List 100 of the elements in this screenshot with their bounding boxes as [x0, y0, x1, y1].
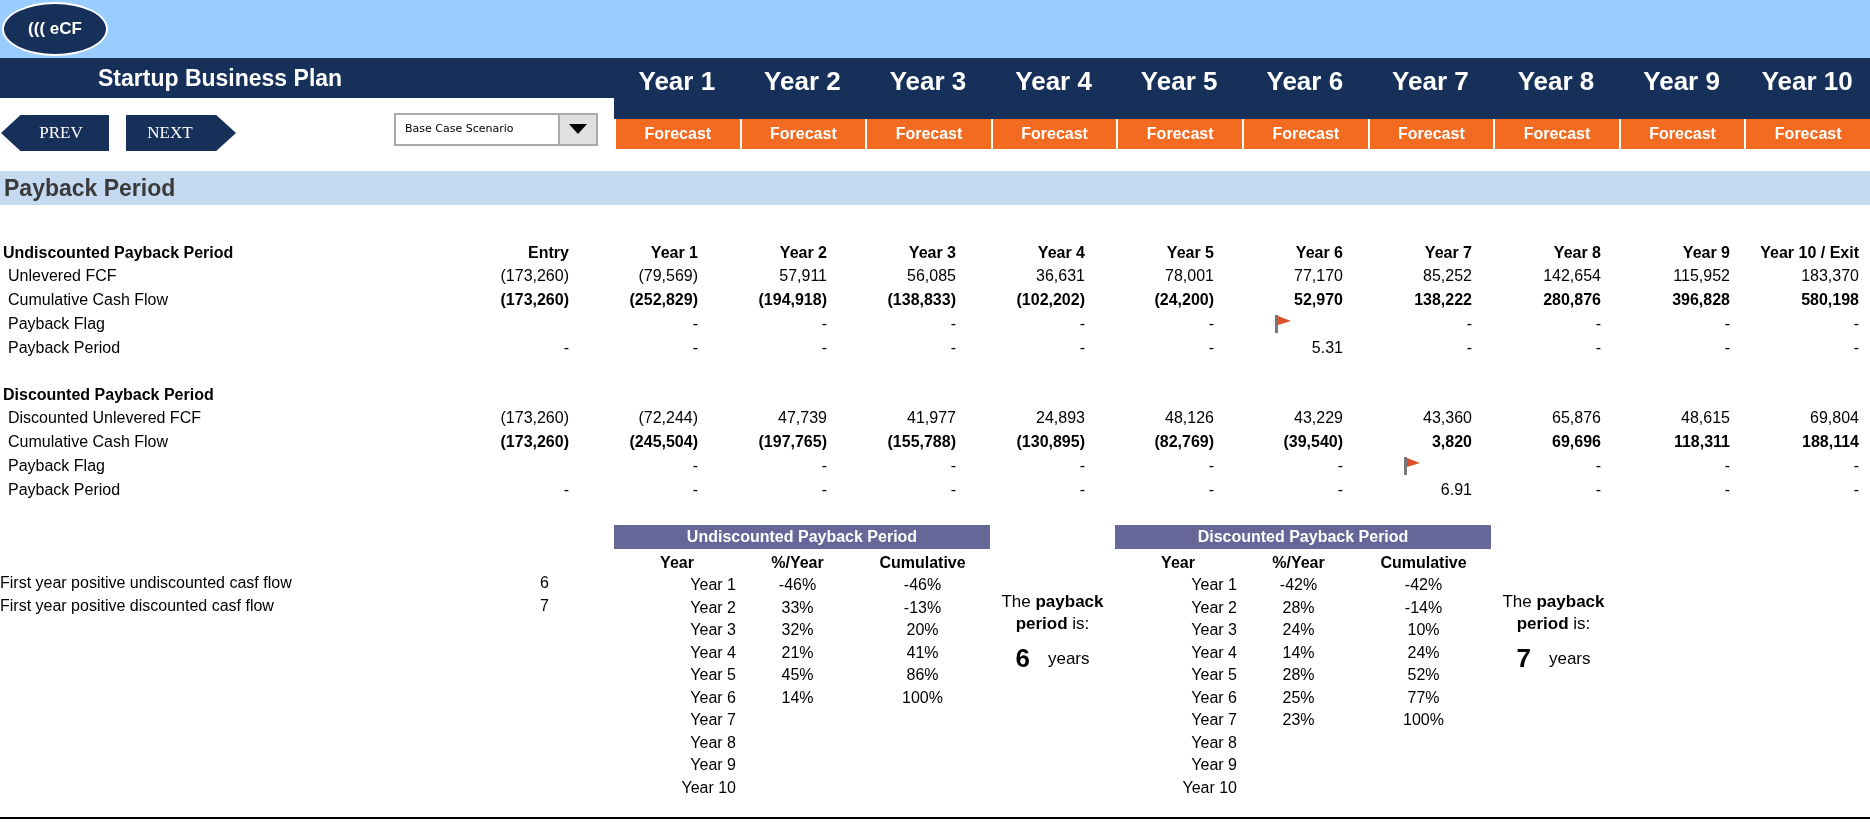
scenario-value: Base Case Scenario — [404, 120, 515, 137]
table-cell-text: - — [1337, 480, 1343, 500]
table-cell-text: Year 8 — [1191, 732, 1238, 753]
table-cell-text: 118,311 — [1673, 432, 1730, 452]
row-label: Payback Period — [7, 480, 122, 500]
table-cell-text: - — [563, 480, 569, 500]
table-cell-text: - — [1724, 480, 1730, 500]
column-header: Year — [659, 553, 695, 573]
table-cell-text: - — [1079, 456, 1085, 476]
year-label: Year 1 — [638, 65, 716, 98]
column-header: Cumulative — [1379, 553, 1468, 573]
table-cell-text: - — [1595, 338, 1601, 358]
section-heading: Undiscounted Payback Period — [2, 243, 235, 263]
table-cell-text: - — [1079, 480, 1085, 500]
table-cell-text: Year 6 — [1191, 687, 1238, 708]
table-cell-text: 138,222 — [1414, 290, 1472, 310]
forecast-label: Forecast — [1116, 119, 1242, 149]
table-cell-text: Year 2 — [690, 597, 737, 618]
table-cell-text: 69,804 — [1810, 408, 1859, 428]
table-cell-text: - — [1853, 338, 1859, 358]
section-heading: Discounted Payback Period — [2, 385, 215, 405]
table-cell-text: 580,198 — [1801, 290, 1859, 310]
table-cell-text: Year 5 — [690, 665, 737, 685]
row-label: Cumulative Cash Flow — [7, 290, 170, 310]
table-cell-text: (155,788) — [887, 432, 956, 452]
row-label: Discounted Unlevered FCF — [7, 408, 202, 428]
table-cell-text: - — [1208, 314, 1214, 334]
table-cell-text: -46% — [903, 575, 942, 595]
table-cell-text: - — [950, 314, 956, 334]
table-cell-text: - — [692, 314, 698, 334]
forecast-label: Forecast — [1618, 119, 1745, 149]
column-header: Year 6 — [1295, 243, 1343, 263]
row-label: Cumulative Cash Flow — [7, 432, 170, 452]
table-cell-text: - — [1595, 480, 1601, 500]
table-cell-text: - — [1853, 480, 1859, 500]
table-cell-text: 6.91 — [1440, 480, 1472, 500]
table-cell-text: - — [692, 338, 698, 358]
table-cell-text: 56,085 — [907, 266, 956, 286]
column-header: Entry — [528, 243, 569, 263]
table-cell-text: -14% — [1404, 597, 1443, 618]
table-cell-text: - — [1466, 338, 1472, 358]
year-label: Year 9 — [1643, 65, 1720, 98]
table-cell-text: Year 10 — [1182, 777, 1238, 798]
table-cell-text: -42% — [1279, 575, 1318, 595]
table-cell-text: 100% — [1403, 710, 1444, 730]
table-cell-text: Year 5 — [1191, 665, 1238, 685]
table-cell-text: - — [692, 480, 698, 500]
summary-title: Discounted Payback Period — [1115, 525, 1491, 549]
forecast-label: Forecast — [865, 119, 991, 149]
column-header: Year 9 — [1682, 243, 1730, 263]
logo[interactable]: ((( eCF — [2, 2, 108, 56]
table-cell-text: 86% — [906, 665, 939, 685]
table-cell-text: - — [1853, 314, 1859, 334]
table-cell-text: Year 1 — [1191, 575, 1238, 595]
section-title: Payback Period — [4, 173, 176, 203]
result-text: The payback period is: — [1000, 591, 1105, 635]
table-cell-text: (245,504) — [629, 432, 698, 452]
table-cell-text: (173,260) — [500, 408, 569, 428]
table-cell-text: 36,631 — [1036, 266, 1085, 286]
column-header: %/Year — [770, 553, 825, 573]
table-cell-text: 43,229 — [1294, 408, 1343, 428]
next-button[interactable]: NEXT — [126, 115, 236, 151]
row-label: Payback Flag — [7, 314, 106, 334]
table-cell-text: 20% — [906, 620, 939, 640]
year-label: Year 3 — [889, 65, 967, 98]
table-cell-text: (173,260) — [500, 432, 569, 452]
result-value: 7 — [1516, 642, 1531, 675]
prev-button[interactable]: PREV — [1, 115, 109, 151]
scenario-dropdown[interactable]: Base Case Scenario — [394, 112, 598, 146]
row-label: Unlevered FCF — [7, 266, 118, 286]
fact-label: First year positive undiscounted casf flow — [0, 572, 293, 593]
table-cell-text: 52,970 — [1294, 290, 1343, 310]
table-cell-text: 52% — [1407, 665, 1440, 685]
table-cell-text: 43,360 — [1423, 408, 1472, 428]
year-label: Year 7 — [1392, 65, 1469, 98]
table-cell-text: (138,833) — [887, 290, 956, 310]
table-cell-text: (252,829) — [629, 290, 698, 310]
table-cell-text: Year 6 — [690, 687, 737, 708]
forecast-label: Forecast — [1367, 119, 1494, 149]
forecast-label: Forecast — [1744, 119, 1870, 149]
table-cell-text: - — [1208, 338, 1214, 358]
table-cell-text: 47,739 — [778, 408, 827, 428]
table-cell-text: Year 3 — [1191, 620, 1238, 640]
forecast-label: Forecast — [1493, 119, 1619, 149]
table-cell-text: Year 9 — [690, 755, 737, 775]
column-header: Year 8 — [1553, 243, 1601, 263]
table-cell-text: -42% — [1404, 575, 1443, 595]
forecast-label: Forecast — [990, 119, 1117, 149]
table-cell-text: Year 2 — [1191, 597, 1238, 618]
table-cell-text: - — [692, 456, 698, 476]
table-cell-text: 48,615 — [1681, 408, 1730, 428]
table-cell-text: - — [950, 480, 956, 500]
column-header: Year 2 — [779, 243, 827, 263]
table-cell-text: 32% — [781, 620, 814, 640]
table-cell-text: - — [1208, 456, 1214, 476]
table-cell-text: (197,765) — [758, 432, 827, 452]
year-label: Year 6 — [1266, 65, 1344, 98]
table-cell-text: Year 3 — [690, 620, 737, 640]
table-cell-text: - — [821, 480, 827, 500]
table-cell-text: - — [821, 338, 827, 358]
